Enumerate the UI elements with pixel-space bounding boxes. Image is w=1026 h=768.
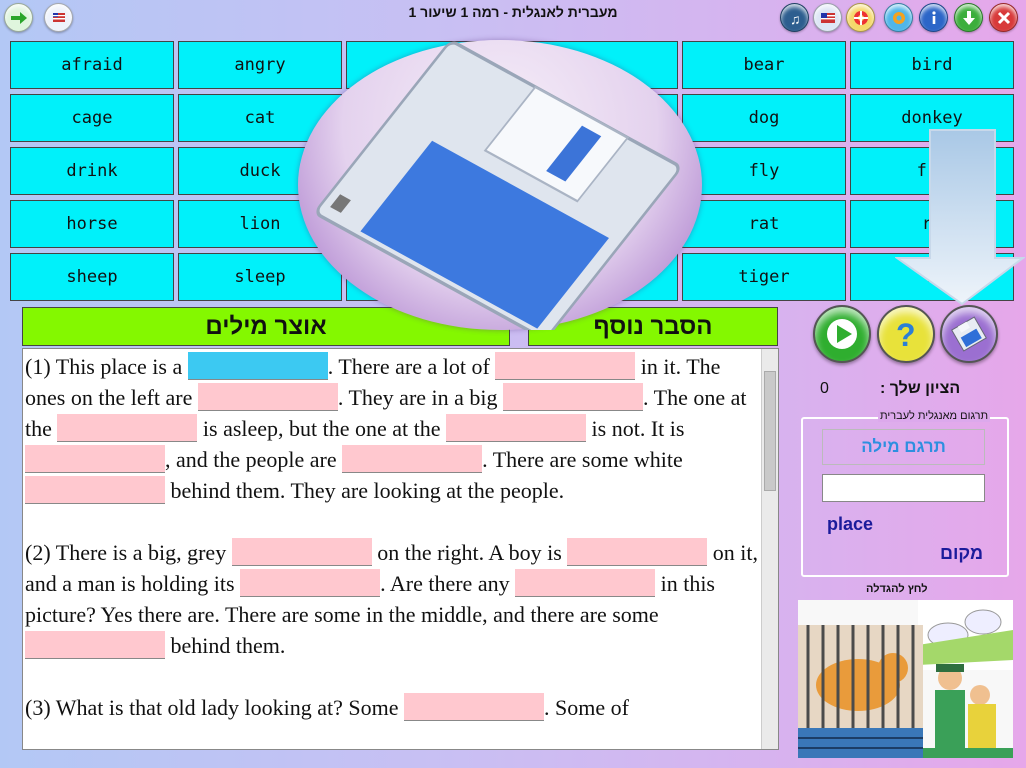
- scrollbar-thumb[interactable]: [764, 371, 776, 491]
- info-button[interactable]: [919, 3, 948, 32]
- lifebuoy-icon: [853, 10, 868, 25]
- floppy-disk-icon: [951, 316, 987, 352]
- settings-button[interactable]: [884, 3, 913, 32]
- zoo-picture[interactable]: [798, 600, 1013, 758]
- word-tile[interactable]: horse: [10, 200, 174, 248]
- answer-blank[interactable]: [25, 476, 165, 504]
- word-tile[interactable]: bird: [850, 41, 1014, 89]
- settings-icon: [892, 11, 905, 24]
- us-flag-button[interactable]: [813, 3, 842, 32]
- word-tile[interactable]: dog: [682, 94, 846, 142]
- word-tile[interactable]: sheep: [10, 253, 174, 301]
- word-tile[interactable]: fly: [682, 147, 846, 195]
- answer-blank[interactable]: [446, 414, 587, 442]
- english-word: place: [827, 514, 874, 534]
- exercise-paragraph: (2) There is a big, grey on the right. A…: [25, 538, 758, 659]
- svg-text:♫: ♫: [790, 11, 801, 27]
- exercise-text-panel: (1) This place is a . There are a lot of…: [22, 348, 779, 750]
- hebrew-word: מקום: [940, 543, 984, 563]
- word-tile[interactable]: bear: [682, 41, 846, 89]
- answer-blank[interactable]: [57, 414, 198, 442]
- answer-blank[interactable]: [495, 352, 636, 380]
- pointer-arrow-icon: [895, 129, 1025, 306]
- answer-blank[interactable]: [240, 569, 381, 597]
- word-tile[interactable]: drink: [10, 147, 174, 195]
- save-overlay: [298, 40, 702, 339]
- answer-blank[interactable]: [25, 631, 165, 659]
- answer-blank[interactable]: [503, 383, 644, 411]
- zoom-label: לחץ להגדלה: [866, 583, 928, 595]
- flag-globe-icon: [52, 12, 65, 22]
- help-button[interactable]: ?: [877, 305, 935, 363]
- answer-blank[interactable]: [567, 538, 708, 566]
- help-lifebuoy-button[interactable]: [846, 3, 875, 32]
- translation-input[interactable]: [822, 474, 985, 502]
- translate-word-button[interactable]: תרגם מילה: [822, 429, 985, 465]
- close-icon: [997, 11, 1010, 24]
- download-button[interactable]: [954, 3, 983, 32]
- scrollbar[interactable]: [761, 349, 778, 749]
- answer-blank[interactable]: [197, 383, 338, 411]
- translation-legend: תרגום מאנגלית לעברית: [878, 410, 991, 422]
- language-button[interactable]: [44, 3, 73, 32]
- save-button[interactable]: [940, 305, 998, 363]
- zoo-illustration: [798, 600, 1013, 758]
- exercise-paragraph: (1) This place is a . There are a lot of…: [25, 352, 747, 504]
- score-label: הציון שלך :: [880, 380, 961, 397]
- music-button[interactable]: ♫: [780, 3, 809, 32]
- close-button[interactable]: [989, 3, 1018, 32]
- play-button[interactable]: [813, 305, 871, 363]
- exercise-text: (1) This place is a . There are a lot of…: [25, 351, 759, 749]
- word-tile[interactable]: rat: [682, 200, 846, 248]
- word-tile[interactable]: tiger: [682, 253, 846, 301]
- answer-blank[interactable]: [515, 569, 656, 597]
- word-tile[interactable]: cage: [10, 94, 174, 142]
- answer-blank[interactable]: [342, 445, 483, 473]
- answer-blank[interactable]: [404, 693, 545, 721]
- answer-blank[interactable]: [231, 538, 372, 566]
- exit-button[interactable]: [4, 3, 33, 32]
- question-mark-icon: ?: [896, 317, 916, 353]
- us-flag-icon: [820, 12, 835, 23]
- answer-blank[interactable]: [25, 445, 165, 473]
- download-icon: [962, 10, 975, 25]
- answer-blank[interactable]: [187, 352, 328, 380]
- exit-arrow-icon: [10, 11, 27, 24]
- music-icon: ♫: [790, 11, 801, 27]
- score-value: 0: [820, 380, 829, 397]
- floppy-disk-icon: [316, 41, 680, 339]
- svg-text:?: ?: [896, 317, 916, 353]
- word-tile[interactable]: afraid: [10, 41, 174, 89]
- play-icon: [827, 319, 857, 349]
- info-icon: [931, 10, 936, 24]
- exercise-paragraph: (3) What is that old lady looking at? So…: [25, 693, 629, 721]
